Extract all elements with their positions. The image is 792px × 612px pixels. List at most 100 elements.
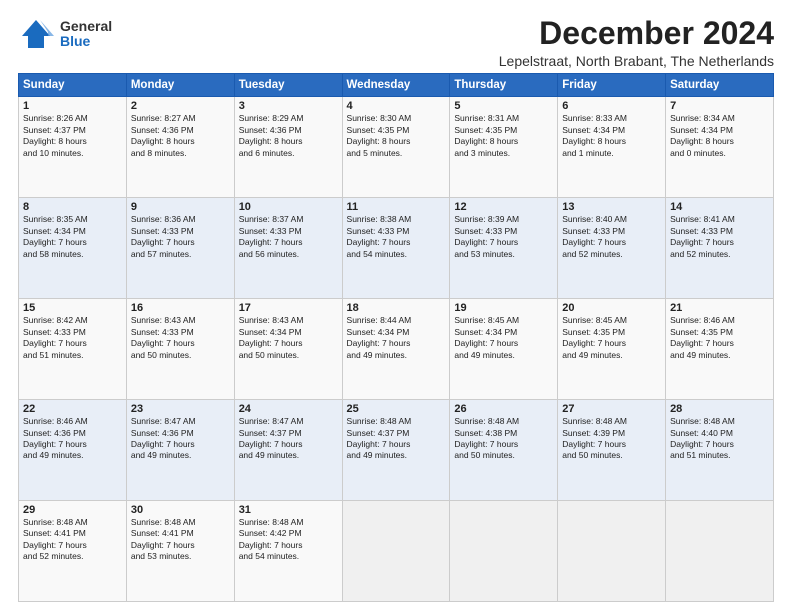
day-number: 27 (562, 403, 661, 415)
day-number: 5 (454, 100, 553, 112)
day-number: 18 (347, 302, 446, 314)
day-info: Sunrise: 8:37 AM Sunset: 4:33 PM Dayligh… (239, 214, 338, 260)
cell-w4-d6: 27Sunrise: 8:48 AM Sunset: 4:39 PM Dayli… (558, 400, 666, 501)
day-info: Sunrise: 8:48 AM Sunset: 4:41 PM Dayligh… (131, 517, 230, 563)
day-number: 11 (347, 201, 446, 213)
day-number: 15 (23, 302, 122, 314)
week-row-5: 29 Sunrise: 8:48 AM Sunset: 4:41 PM Dayli… (19, 501, 774, 602)
day-number: 21 (670, 302, 769, 314)
day-info: Sunrise: 8:45 AM Sunset: 4:35 PM Dayligh… (562, 315, 661, 361)
calendar-table: Sunday Monday Tuesday Wednesday Thursday… (18, 73, 774, 602)
cell-w1-d7: 7Sunrise: 8:34 AM Sunset: 4:34 PM Daylig… (666, 97, 774, 198)
cell-w1-d3: 3Sunrise: 8:29 AM Sunset: 4:36 PM Daylig… (234, 97, 342, 198)
cell-w4-d7: 28Sunrise: 8:48 AM Sunset: 4:40 PM Dayli… (666, 400, 774, 501)
cell-w1-d1: 1Sunrise: 8:26 AM Sunset: 4:37 PM Daylig… (19, 97, 127, 198)
day-number: 4 (347, 100, 446, 112)
title-block: December 2024 Lepelstraat, North Brabant… (499, 16, 774, 69)
day-info: Sunrise: 8:29 AM Sunset: 4:36 PM Dayligh… (239, 113, 338, 159)
cell-w2-d4: 11Sunrise: 8:38 AM Sunset: 4:33 PM Dayli… (342, 198, 450, 299)
day-info: Sunrise: 8:48 AM Sunset: 4:37 PM Dayligh… (347, 416, 446, 462)
cell-w4-d5: 26Sunrise: 8:48 AM Sunset: 4:38 PM Dayli… (450, 400, 558, 501)
day-info: Sunrise: 8:31 AM Sunset: 4:35 PM Dayligh… (454, 113, 553, 159)
cell-w3-d5: 19Sunrise: 8:45 AM Sunset: 4:34 PM Dayli… (450, 299, 558, 400)
logo-icon (18, 16, 54, 52)
day-number: 16 (131, 302, 230, 314)
day-info: Sunrise: 8:46 AM Sunset: 4:36 PM Dayligh… (23, 416, 122, 462)
week-row-1: 1Sunrise: 8:26 AM Sunset: 4:37 PM Daylig… (19, 97, 774, 198)
day-info: Sunrise: 8:48 AM Sunset: 4:38 PM Dayligh… (454, 416, 553, 462)
cell-w5-d5 (450, 501, 558, 602)
day-number: 26 (454, 403, 553, 415)
day-number: 19 (454, 302, 553, 314)
cell-w5-d3: 31Sunrise: 8:48 AM Sunset: 4:42 PM Dayli… (234, 501, 342, 602)
cell-w5-d7 (666, 501, 774, 602)
col-saturday: Saturday (666, 74, 774, 97)
logo-blue-text: Blue (60, 34, 112, 49)
day-info: Sunrise: 8:40 AM Sunset: 4:33 PM Dayligh… (562, 214, 661, 260)
day-info: Sunrise: 8:48 AM Sunset: 4:42 PM Dayligh… (239, 517, 338, 563)
cell-w5-d2: 30Sunrise: 8:48 AM Sunset: 4:41 PM Dayli… (126, 501, 234, 602)
day-number: 20 (562, 302, 661, 314)
day-number: 24 (239, 403, 338, 415)
cell-w2-d3: 10Sunrise: 8:37 AM Sunset: 4:33 PM Dayli… (234, 198, 342, 299)
page: General Blue December 2024 Lepelstraat, … (0, 0, 792, 612)
day-info: Sunrise: 8:45 AM Sunset: 4:34 PM Dayligh… (454, 315, 553, 361)
cell-w5-d1: 29Sunrise: 8:48 AM Sunset: 4:41 PM Dayli… (19, 501, 127, 602)
day-info: Sunrise: 8:33 AM Sunset: 4:34 PM Dayligh… (562, 113, 661, 159)
logo: General Blue (18, 16, 112, 52)
day-number: 29 (23, 504, 122, 516)
day-number: 8 (23, 201, 122, 213)
cell-w4-d3: 24Sunrise: 8:47 AM Sunset: 4:37 PM Dayli… (234, 400, 342, 501)
cell-w1-d4: 4Sunrise: 8:30 AM Sunset: 4:35 PM Daylig… (342, 97, 450, 198)
col-tuesday: Tuesday (234, 74, 342, 97)
day-info: Sunrise: 8:30 AM Sunset: 4:35 PM Dayligh… (347, 113, 446, 159)
day-number: 7 (670, 100, 769, 112)
day-info: Sunrise: 8:43 AM Sunset: 4:34 PM Dayligh… (239, 315, 338, 361)
day-info: Sunrise: 8:34 AM Sunset: 4:34 PM Dayligh… (670, 113, 769, 159)
logo-general-text: General (60, 19, 112, 34)
day-info: Sunrise: 8:47 AM Sunset: 4:36 PM Dayligh… (131, 416, 230, 462)
day-info: Sunrise: 8:41 AM Sunset: 4:33 PM Dayligh… (670, 214, 769, 260)
main-title: December 2024 (499, 16, 774, 51)
logo-text: General Blue (60, 19, 112, 50)
day-info: Sunrise: 8:27 AM Sunset: 4:36 PM Dayligh… (131, 113, 230, 159)
cell-w2-d7: 14Sunrise: 8:41 AM Sunset: 4:33 PM Dayli… (666, 198, 774, 299)
day-number: 23 (131, 403, 230, 415)
cell-w1-d2: 2Sunrise: 8:27 AM Sunset: 4:36 PM Daylig… (126, 97, 234, 198)
cell-w2-d2: 9Sunrise: 8:36 AM Sunset: 4:33 PM Daylig… (126, 198, 234, 299)
col-sunday: Sunday (19, 74, 127, 97)
cell-w3-d3: 17Sunrise: 8:43 AM Sunset: 4:34 PM Dayli… (234, 299, 342, 400)
cell-w3-d2: 16Sunrise: 8:43 AM Sunset: 4:33 PM Dayli… (126, 299, 234, 400)
day-info: Sunrise: 8:42 AM Sunset: 4:33 PM Dayligh… (23, 315, 122, 361)
day-number: 12 (454, 201, 553, 213)
header: General Blue December 2024 Lepelstraat, … (18, 16, 774, 69)
day-number: 2 (131, 100, 230, 112)
day-number: 30 (131, 504, 230, 516)
day-number: 6 (562, 100, 661, 112)
col-thursday: Thursday (450, 74, 558, 97)
day-number: 17 (239, 302, 338, 314)
day-info: Sunrise: 8:35 AM Sunset: 4:34 PM Dayligh… (23, 214, 122, 260)
cell-w3-d7: 21Sunrise: 8:46 AM Sunset: 4:35 PM Dayli… (666, 299, 774, 400)
col-friday: Friday (558, 74, 666, 97)
day-number: 13 (562, 201, 661, 213)
cell-w2-d1: 8Sunrise: 8:35 AM Sunset: 4:34 PM Daylig… (19, 198, 127, 299)
cell-w3-d6: 20Sunrise: 8:45 AM Sunset: 4:35 PM Dayli… (558, 299, 666, 400)
col-wednesday: Wednesday (342, 74, 450, 97)
cell-w3-d4: 18Sunrise: 8:44 AM Sunset: 4:34 PM Dayli… (342, 299, 450, 400)
cell-w2-d6: 13Sunrise: 8:40 AM Sunset: 4:33 PM Dayli… (558, 198, 666, 299)
cell-w5-d6 (558, 501, 666, 602)
subtitle: Lepelstraat, North Brabant, The Netherla… (499, 53, 774, 69)
day-info: Sunrise: 8:47 AM Sunset: 4:37 PM Dayligh… (239, 416, 338, 462)
day-info: Sunrise: 8:43 AM Sunset: 4:33 PM Dayligh… (131, 315, 230, 361)
calendar-body: 1Sunrise: 8:26 AM Sunset: 4:37 PM Daylig… (19, 97, 774, 602)
day-number: 14 (670, 201, 769, 213)
cell-w4-d4: 25Sunrise: 8:48 AM Sunset: 4:37 PM Dayli… (342, 400, 450, 501)
day-number: 1 (23, 100, 122, 112)
header-row: Sunday Monday Tuesday Wednesday Thursday… (19, 74, 774, 97)
day-info: Sunrise: 8:39 AM Sunset: 4:33 PM Dayligh… (454, 214, 553, 260)
day-info: Sunrise: 8:26 AM Sunset: 4:37 PM Dayligh… (23, 113, 122, 159)
day-number: 22 (23, 403, 122, 415)
cell-w4-d1: 22Sunrise: 8:46 AM Sunset: 4:36 PM Dayli… (19, 400, 127, 501)
col-monday: Monday (126, 74, 234, 97)
